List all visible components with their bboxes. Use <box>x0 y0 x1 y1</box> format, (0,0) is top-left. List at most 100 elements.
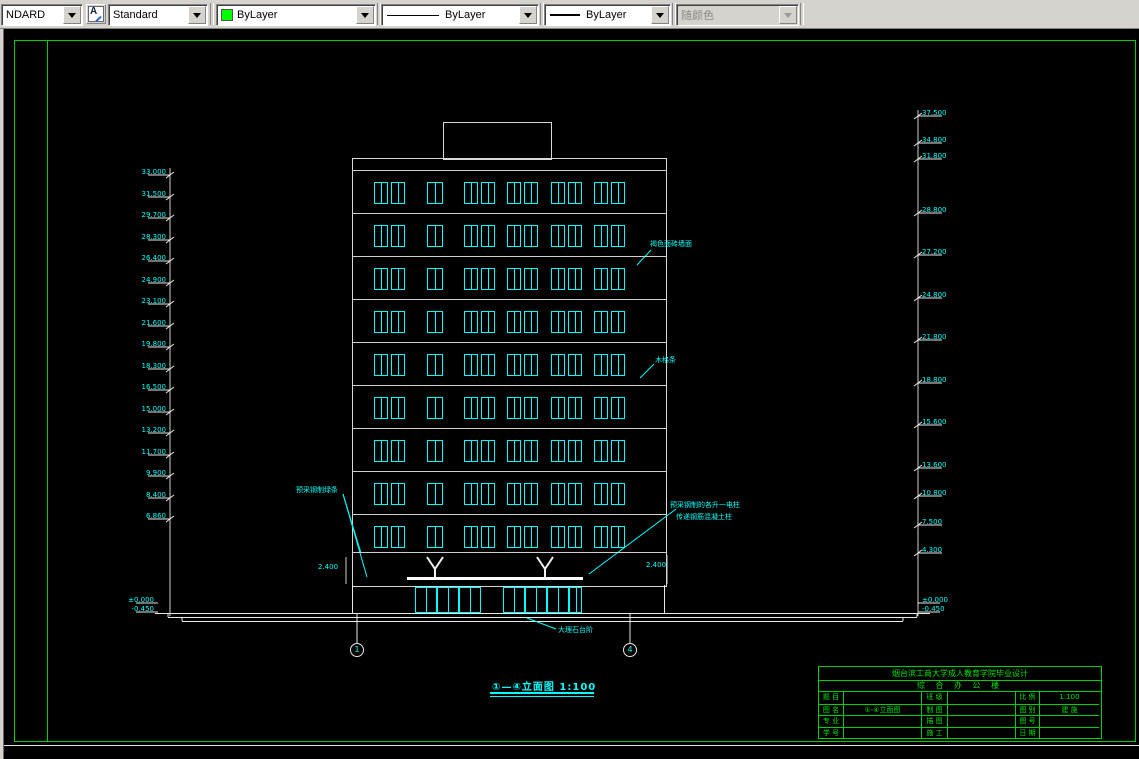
annotation: 木格条 <box>655 356 676 364</box>
frame-inner-left-line <box>47 40 48 742</box>
window <box>464 268 478 290</box>
elevation-label: 28.300 <box>141 233 167 241</box>
window-group <box>374 397 405 419</box>
lineweight-combo[interactable]: ByLayer <box>544 4 671 26</box>
window <box>551 311 565 333</box>
object-color-value: ByLayer <box>237 9 278 21</box>
titleblock-cell <box>947 692 1015 704</box>
text-style-combo[interactable]: NDARD <box>1 4 83 26</box>
chevron-down-icon[interactable] <box>519 6 537 24</box>
titleblock-cell: 日 期 <box>1015 726 1039 738</box>
drawing-canvas[interactable]: ①—④立面图 1:100 烟台滨工商大学成人教育学院毕业设计 综 合 办 公 楼… <box>0 28 1139 759</box>
window <box>568 311 582 333</box>
object-color-combo[interactable]: ByLayer <box>216 4 376 26</box>
elevation-label: 27.200 <box>922 248 947 256</box>
elevation-label: 23.100 <box>141 297 167 305</box>
titleblock-cell <box>843 692 921 704</box>
window-group <box>507 268 538 290</box>
window <box>427 397 443 419</box>
window <box>594 268 608 290</box>
floor-line <box>352 552 666 553</box>
dim-style-combo[interactable]: Standard <box>108 4 208 26</box>
titleblock-cell <box>947 715 1015 727</box>
window <box>481 354 495 376</box>
window <box>464 311 478 333</box>
window <box>374 440 388 462</box>
elevation-label: 4.300 <box>922 546 943 554</box>
linetype-sample-icon <box>387 14 439 16</box>
window-group <box>551 225 582 247</box>
linetype-value: ByLayer <box>445 9 486 21</box>
window <box>391 182 405 204</box>
chevron-down-icon[interactable] <box>188 6 206 24</box>
titleblock-cell: ①-④立面图 <box>843 703 921 715</box>
window-group <box>374 268 405 290</box>
window <box>611 483 625 505</box>
window <box>594 440 608 462</box>
titleblock-grid: 题 目 班 级 比 例 1:100 图 名 ①-④立面图制 图 图 别建 施专 业 描 图 图 … <box>819 692 1101 738</box>
frame-right-line <box>1135 40 1136 742</box>
window <box>568 483 582 505</box>
window-group <box>427 354 443 376</box>
titleblock-cell: 学 号 <box>819 726 843 739</box>
toolbar-separator <box>800 3 804 25</box>
window <box>611 526 625 548</box>
titleblock-cell: 题 目 <box>822 693 840 701</box>
linetype-combo[interactable]: ByLayer <box>381 4 539 26</box>
titleblock-header: 烟台滨工商大学成人教育学院毕业设计 <box>819 667 1101 681</box>
floor-line <box>352 385 666 386</box>
floor-line <box>352 471 666 472</box>
window-group <box>594 268 625 290</box>
step-line <box>168 617 917 618</box>
grid-bubble: 1 <box>350 643 364 657</box>
elevation-label: 31.800 <box>922 152 947 160</box>
window <box>551 397 565 419</box>
elevation-label: 9.900 <box>145 469 166 477</box>
window-group <box>427 311 443 333</box>
elevation-label: 18.800 <box>922 376 947 384</box>
titleblock-cell: 制 图 <box>921 703 947 715</box>
layout-edge-line <box>4 745 1139 746</box>
window-group <box>551 268 582 290</box>
window <box>524 440 538 462</box>
chevron-down-icon <box>779 6 797 24</box>
window <box>524 526 538 548</box>
window <box>611 354 625 376</box>
entrance-canopy <box>407 577 583 580</box>
window <box>427 483 443 505</box>
window <box>551 526 565 548</box>
text-style-dialog-button[interactable] <box>86 4 106 24</box>
elevation-label: 34.800 <box>922 136 947 144</box>
window <box>611 397 625 419</box>
grid-bubble: 4 <box>623 643 637 657</box>
door-panel <box>459 587 481 613</box>
window-group <box>551 311 582 333</box>
window-group <box>507 182 538 204</box>
ground-elevation-label: -0.450 <box>131 605 154 613</box>
titleblock-project-name: 综 合 办 公 楼 <box>819 681 1101 692</box>
elevation-label: 19.800 <box>141 340 167 348</box>
dim-style-value: Standard <box>113 9 158 21</box>
window <box>507 526 521 548</box>
window <box>481 311 495 333</box>
window <box>507 182 521 204</box>
window <box>374 354 388 376</box>
titleblock-cell: 班 级 <box>921 692 947 704</box>
window <box>524 483 538 505</box>
caption-underline <box>490 692 594 694</box>
window <box>427 225 443 247</box>
window-group <box>374 526 405 548</box>
styles-properties-toolbar: NDARD Standard ByLayer ByLayer ByLayer 随… <box>0 0 1139 29</box>
window <box>594 483 608 505</box>
window <box>507 440 521 462</box>
chevron-down-icon[interactable] <box>356 6 374 24</box>
titleblock-cell: 图 名 <box>819 703 843 716</box>
elevation-label: 18.300 <box>141 362 167 370</box>
window <box>568 354 582 376</box>
window <box>481 225 495 247</box>
elevation-label: 31.500 <box>141 190 167 198</box>
chevron-down-icon[interactable] <box>63 6 81 24</box>
chevron-down-icon[interactable] <box>651 6 669 24</box>
door-panel <box>415 587 437 613</box>
window <box>611 440 625 462</box>
